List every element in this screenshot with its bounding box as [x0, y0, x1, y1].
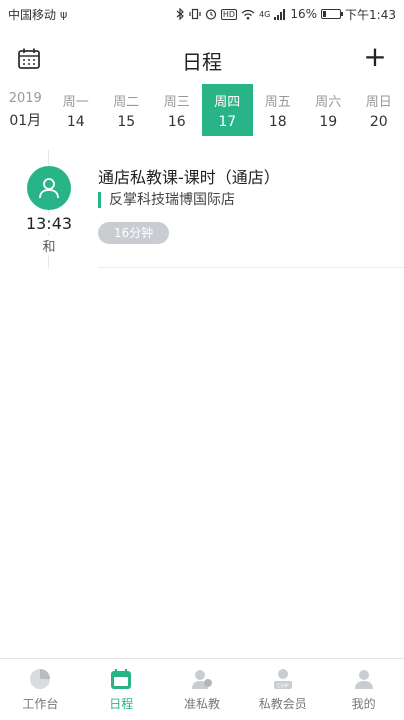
- day-date: 15: [117, 113, 136, 130]
- vibrate-icon: [189, 8, 201, 20]
- day-sunday[interactable]: 周日 20: [354, 84, 404, 136]
- hd-icon: HD: [220, 8, 238, 20]
- day-weekday: 周六: [315, 94, 342, 110]
- battery-percent: 16%: [290, 7, 318, 21]
- tab-workbench[interactable]: 工作台: [0, 659, 81, 720]
- day-date: 14: [66, 113, 85, 130]
- tab-private-members[interactable]: CVIP 私教会员: [242, 659, 323, 720]
- avatar: [27, 166, 71, 210]
- day-saturday[interactable]: 周六 19: [303, 84, 354, 136]
- status-right: HD 4G 16% 下午1:43: [176, 6, 396, 23]
- day-monday[interactable]: 周一 14: [51, 84, 102, 136]
- calendar-icon: [111, 669, 132, 689]
- day-thursday-selected[interactable]: 周四 17: [202, 84, 253, 136]
- plus-icon: +: [363, 40, 387, 73]
- usb-icon: ψ: [60, 7, 68, 21]
- day-tuesday[interactable]: 周二 15: [101, 84, 152, 136]
- bottom-tab-bar: 工作台 日程 准私教 CVIP 私教会员 我的: [0, 658, 404, 720]
- member-name: 和: [22, 236, 76, 255]
- page-title: 日程: [182, 50, 222, 74]
- app-header: 日程 +: [0, 40, 404, 78]
- day-weekday: 周二: [113, 94, 140, 110]
- year-label: 2019: [8, 90, 42, 106]
- day-date: 20: [369, 113, 388, 130]
- bluetooth-icon: [176, 8, 184, 20]
- status-bar: 中国移动 ψ HD 4G 16% 下午1:43: [0, 0, 404, 28]
- day-weekday: 周一: [62, 94, 89, 110]
- tab-label: 日程: [109, 697, 134, 711]
- tab-label: 我的: [351, 697, 376, 711]
- divider: [98, 267, 404, 268]
- day-weekday: 周日: [365, 94, 392, 110]
- svg-text:CVIP: CVIP: [277, 684, 288, 690]
- tab-label: 私教会员: [258, 697, 307, 711]
- signal-icon: [274, 8, 286, 20]
- alarm-icon: [205, 9, 216, 20]
- member-icon: CVIP: [273, 669, 292, 690]
- day-date: 16: [167, 113, 186, 130]
- event-store: 反掌科技瑞博国际店: [98, 192, 235, 208]
- prospect-icon: [191, 670, 212, 689]
- event-time: 13:43: [22, 214, 76, 233]
- tab-schedule[interactable]: 日程: [81, 659, 162, 720]
- battery-fill: [323, 11, 327, 17]
- network-type-label: 4G: [259, 9, 271, 19]
- day-date: 18: [268, 113, 287, 130]
- status-left: 中国移动 ψ: [8, 6, 67, 23]
- week-strip: 2019 01月 周一 14 周二 15 周三 16 周四 17 周五 18 周…: [0, 84, 404, 136]
- wifi-icon: [241, 9, 255, 19]
- schedule-item[interactable]: 13:43 和 通店私教课-课时（通店） 反掌科技瑞博国际店 16分钟: [0, 150, 404, 270]
- day-weekday: 周五: [264, 94, 291, 110]
- tab-label: 工作台: [22, 697, 59, 711]
- carrier-label: 中国移动: [8, 7, 57, 22]
- day-date: 17: [218, 113, 237, 130]
- tab-prospect[interactable]: 准私教: [162, 659, 243, 720]
- day-date: 19: [319, 113, 338, 130]
- tab-label: 准私教: [183, 697, 220, 711]
- event-title: 通店私教课-课时（通店）: [98, 168, 280, 187]
- clock: 下午1:43: [345, 7, 396, 22]
- year-month-label: 2019 01月: [0, 84, 51, 136]
- battery-icon: [321, 9, 344, 19]
- workbench-icon: [30, 669, 51, 689]
- user-icon: [39, 178, 59, 199]
- duration-badge: 16分钟: [98, 222, 170, 244]
- tab-mine[interactable]: 我的: [323, 659, 404, 720]
- profile-icon: [354, 670, 373, 689]
- day-weekday: 周四: [214, 94, 241, 110]
- add-button[interactable]: +: [362, 42, 388, 72]
- day-friday[interactable]: 周五 18: [253, 84, 304, 136]
- day-weekday: 周三: [163, 94, 190, 110]
- day-wednesday[interactable]: 周三 16: [152, 84, 203, 136]
- month-label: 01月: [9, 112, 42, 129]
